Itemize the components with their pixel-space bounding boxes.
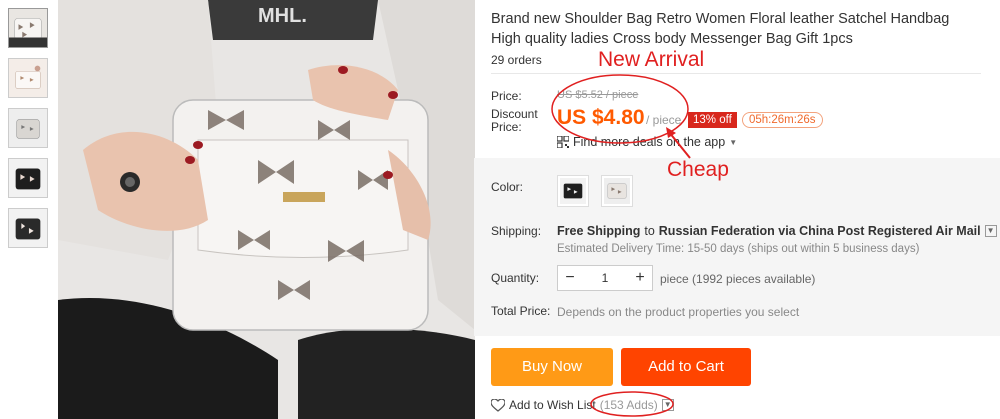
color-swatch-white[interactable] bbox=[601, 175, 633, 207]
chevron-down-icon[interactable]: ▼ bbox=[984, 225, 997, 237]
shipping-label: Shipping: bbox=[491, 224, 542, 238]
total-price-note: Depends on the product properties you se… bbox=[557, 305, 800, 319]
quantity-stepper: − 1 + bbox=[557, 265, 653, 291]
annotation-new-arrival: New Arrival bbox=[598, 48, 705, 71]
annotation-cheap: Cheap bbox=[667, 158, 729, 181]
app-deals-text: Find more deals on the app bbox=[573, 135, 726, 149]
buy-now-button[interactable]: Buy Now bbox=[491, 348, 613, 386]
product-title: Brand new Shoulder Bag Retro Women Flora… bbox=[491, 11, 950, 47]
shipping-method[interactable]: Free Shipping to Russian Federation via … bbox=[557, 224, 997, 238]
price-label: Price: bbox=[491, 89, 522, 103]
countdown-timer: 05h:26m:26s bbox=[742, 112, 823, 128]
color-label: Color: bbox=[491, 180, 524, 194]
chevron-down-icon[interactable]: ▼ bbox=[661, 399, 674, 411]
thumbnail-5[interactable] bbox=[8, 208, 48, 248]
thumbnail-strip bbox=[8, 8, 50, 258]
order-count: 29 orders bbox=[491, 53, 542, 67]
product-detail-panel: Brand new Shoulder Bag Retro Women Flora… bbox=[474, 0, 1000, 419]
qr-code-icon bbox=[556, 135, 570, 149]
thumbnail-4[interactable] bbox=[8, 158, 48, 198]
wishlist-text: Add to Wish List bbox=[509, 398, 596, 412]
svg-text:MHL.: MHL. bbox=[258, 5, 307, 27]
price-unit: / piece bbox=[646, 113, 682, 127]
main-product-image[interactable]: MHL. bbox=[58, 0, 475, 419]
thumbnail-2[interactable] bbox=[8, 58, 48, 98]
quantity-increase-button[interactable]: + bbox=[628, 266, 652, 290]
quantity-availability: piece (1992 pieces available) bbox=[660, 272, 816, 286]
thumbnail-1[interactable] bbox=[8, 8, 48, 48]
quantity-input[interactable]: 1 bbox=[582, 271, 628, 285]
quantity-decrease-button[interactable]: − bbox=[558, 266, 582, 290]
shipping-to-text: to bbox=[644, 224, 655, 238]
discount-price-label-line2: Price: bbox=[491, 120, 522, 134]
app-deals-link[interactable]: Find more deals on the app ▼ bbox=[556, 135, 738, 149]
wishlist-count: (153 Adds) bbox=[599, 398, 658, 412]
shipping-destination: Russian Federation via China Post Regist… bbox=[658, 224, 981, 238]
free-shipping-text: Free Shipping bbox=[557, 224, 641, 238]
quantity-label: Quantity: bbox=[491, 271, 540, 285]
total-price-label: Total Price: bbox=[491, 304, 551, 318]
discount-price: US $4.80 bbox=[557, 106, 645, 129]
thumbnail-3[interactable] bbox=[8, 108, 48, 148]
original-price: US $5.52 / piece bbox=[557, 89, 639, 101]
divider bbox=[491, 73, 981, 74]
add-to-wishlist[interactable]: Add to Wish List (153 Adds) ▼ bbox=[490, 397, 674, 412]
discount-badge: 13% off bbox=[688, 112, 737, 128]
delivery-estimate: Estimated Delivery Time: 15-50 days (shi… bbox=[557, 243, 920, 255]
chevron-down-icon: ▼ bbox=[729, 137, 738, 147]
add-to-cart-button[interactable]: Add to Cart bbox=[621, 348, 751, 386]
color-swatch-black[interactable] bbox=[557, 175, 589, 207]
heart-plus-icon bbox=[490, 397, 506, 412]
